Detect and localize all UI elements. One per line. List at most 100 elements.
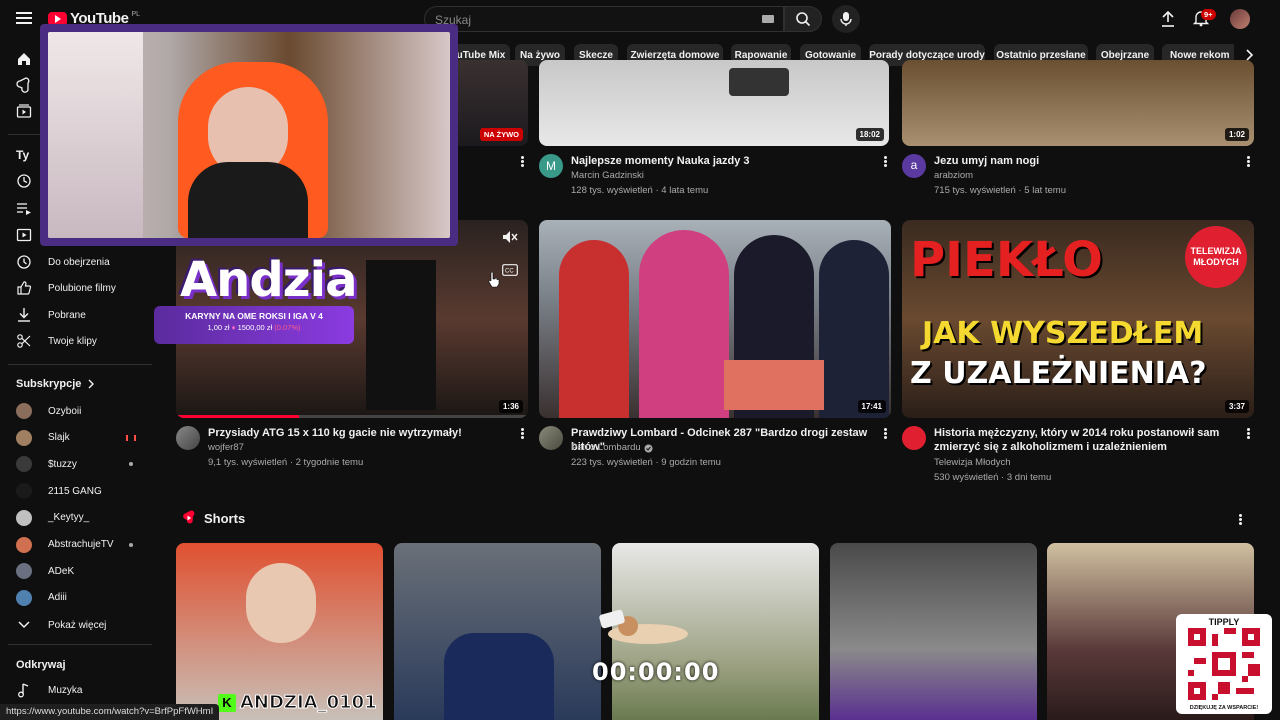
music-icon <box>16 682 32 698</box>
your-videos-icon <box>16 227 32 243</box>
channel-name[interactable]: Telewizja Młodych <box>934 456 1011 470</box>
channel-name[interactable]: Marcin Gadzinski <box>571 169 644 183</box>
webcam-frame <box>40 24 458 246</box>
sidebar-item-music[interactable]: Muzyka <box>0 677 160 703</box>
video-title-line: Historia mężczyzny, który w 2014 roku po… <box>934 427 1220 439</box>
video-thumbnail[interactable]: PIEKŁO JAK WYSZEDŁEM Z UZALEŻNIENIA? TEL… <box>902 220 1254 418</box>
upload-icon[interactable] <box>1160 10 1176 28</box>
sidebar-channel[interactable]: 2115 GANG <box>0 478 160 504</box>
sidebar-divider <box>8 644 152 645</box>
streamer-name-logo: Andzia <box>180 252 357 308</box>
new-content-dot <box>129 462 133 467</box>
sidebar-channel[interactable]: _Keytyy_ <box>0 505 160 531</box>
stream-timer: 00:00:00 <box>592 658 720 686</box>
channel-avatar <box>16 563 32 580</box>
video-thumbnail[interactable]: 18:02 <box>539 60 889 146</box>
subscriptions-heading-label: Subskrypcje <box>16 378 82 390</box>
channel-name-row[interactable]: Pan z Lombardu <box>571 441 653 455</box>
show-more-label: Pokaż więcej <box>48 619 107 631</box>
channel-name[interactable]: arabziom <box>934 169 973 183</box>
channel-avatar[interactable] <box>902 426 926 450</box>
kick-channel-name: ANDZIA_0101 <box>240 692 378 714</box>
channel-avatar <box>16 483 32 500</box>
more-options-icon[interactable] <box>1243 427 1253 441</box>
video-title[interactable]: Historia mężczyzny, który w 2014 roku po… <box>934 426 1234 454</box>
notification-badge: 9+ <box>1201 9 1216 20</box>
channel-avatar[interactable] <box>539 426 563 450</box>
channel-avatar <box>16 403 32 419</box>
search-input[interactable]: Szukaj <box>424 6 784 32</box>
channel-name: AbstrachujeTV <box>48 539 114 550</box>
subscriptions-heading[interactable]: Subskrypcje <box>16 378 95 390</box>
duration-badge: 1:36 <box>498 400 523 413</box>
tipply-thanks: DZIĘKUJĘ ZA WSPARCIE! <box>1189 705 1259 711</box>
sidebar-channel[interactable]: $tuzzy <box>0 451 160 477</box>
channel-avatar[interactable] <box>176 426 200 450</box>
video-title-line: zmierzyć się z alkoholizmem i uzależnien… <box>934 441 1167 453</box>
more-options-icon[interactable] <box>880 155 890 169</box>
avatar[interactable] <box>1230 9 1250 29</box>
channel-avatar <box>16 509 32 526</box>
menu-icon[interactable] <box>16 12 32 24</box>
channel-avatar[interactable]: a <box>902 154 926 178</box>
playlists-icon <box>16 200 32 216</box>
goal-target: 1500,00 zł <box>237 323 273 332</box>
mute-icon[interactable] <box>502 230 518 244</box>
sidebar-channel[interactable]: AbstrachujeTV <box>0 532 160 558</box>
verified-icon <box>644 444 653 452</box>
person-shape <box>444 633 554 720</box>
captions-icon[interactable]: CC <box>502 264 518 276</box>
sidebar-channel[interactable]: Ozyboii <box>0 398 160 424</box>
chevron-down-icon <box>16 617 32 633</box>
scissors-icon <box>16 333 32 349</box>
sidebar-channel[interactable]: Adiii <box>0 585 160 611</box>
more-options-icon[interactable] <box>517 155 527 169</box>
progress-fill <box>176 415 300 418</box>
shelf-shape <box>48 32 143 238</box>
streamer-body <box>188 162 308 238</box>
sidebar-channel[interactable]: ADeK <box>0 558 160 584</box>
short-card[interactable] <box>394 543 601 720</box>
explore-heading: Odkrywaj <box>16 659 66 671</box>
person-shape <box>639 230 729 418</box>
show-more-button[interactable]: Pokaż więcej <box>0 612 160 638</box>
goal-text: KARYNY NA OME ROKSI I IGA V 4 <box>185 311 323 321</box>
channel-name: Adiii <box>48 592 67 604</box>
channel-avatar[interactable]: M <box>539 154 563 178</box>
sidebar-channel[interactable]: Slajk <box>0 425 160 451</box>
microphone-icon <box>840 12 852 26</box>
video-title[interactable]: Przysiady ATG 15 x 110 kg gacie nie wytr… <box>208 426 508 440</box>
voice-search-button[interactable] <box>832 5 860 33</box>
country-code: PL <box>131 11 140 18</box>
subscriptions-icon <box>16 103 32 119</box>
duration-badge: 1:02 <box>1224 128 1249 141</box>
channel-name: Ozyboii <box>48 405 82 417</box>
watch-later-icon <box>16 254 32 270</box>
channel-name: ADeK <box>48 565 75 577</box>
new-content-dot <box>129 542 133 547</box>
product-box <box>724 360 824 410</box>
video-thumbnail[interactable]: 1:02 <box>902 60 1254 146</box>
search-button[interactable] <box>784 6 822 32</box>
tipply-title: TIPPLY <box>1208 617 1240 627</box>
hand-cursor-icon <box>488 272 500 288</box>
short-card[interactable] <box>830 543 1037 720</box>
thumb-title-1: PIEKŁO <box>910 232 1103 288</box>
more-options-icon[interactable] <box>1235 513 1245 527</box>
chevron-right-icon <box>88 379 95 389</box>
video-title[interactable]: Jezu umyj nam nogi <box>934 154 1234 168</box>
status-bar-url: https://www.youtube.com/watch?v=BrfPpFfW… <box>0 704 220 720</box>
channel-avatar <box>16 589 32 606</box>
you-heading[interactable]: Ty <box>16 148 29 162</box>
video-meta: 9,1 tys. wyświetleń · 2 tygodnie temu <box>208 457 364 468</box>
search-icon <box>796 12 811 27</box>
video-thumbnail[interactable]: 17:41 <box>539 220 891 418</box>
more-options-icon[interactable] <box>880 427 890 441</box>
more-options-icon[interactable] <box>1243 155 1253 169</box>
keyboard-icon[interactable] <box>762 15 774 23</box>
more-options-icon[interactable] <box>517 427 527 441</box>
duration-badge: 3:37 <box>1224 400 1249 413</box>
video-title[interactable]: Najlepsze momenty Nauka jazdy 3 <box>571 154 871 168</box>
qr-code-icon <box>1188 628 1260 700</box>
channel-name[interactable]: wojfer87 <box>208 441 244 455</box>
